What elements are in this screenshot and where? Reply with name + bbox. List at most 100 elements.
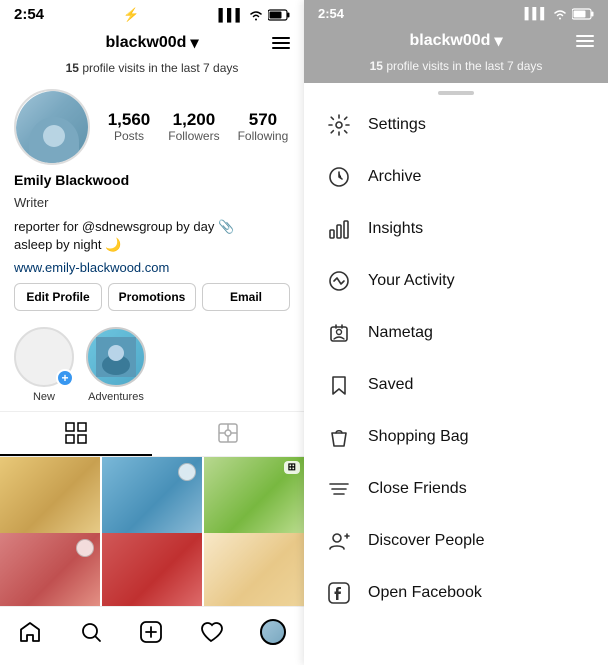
nav-profile-avatar xyxy=(260,619,286,645)
visit-count: 15 xyxy=(66,61,79,75)
wifi-icon xyxy=(248,9,264,21)
saved-icon xyxy=(326,372,352,398)
right-status-bar: 2:54 ▌▌▌ xyxy=(304,0,608,25)
menu-item-discover-people[interactable]: Discover People xyxy=(304,515,608,567)
menu-item-archive[interactable]: Archive xyxy=(304,151,608,203)
menu-list: Settings Archive Insights xyxy=(304,99,608,665)
right-visit-text: profile visits in the last 7 days xyxy=(386,59,542,73)
status-time: 2:54 xyxy=(14,6,44,23)
heart-icon xyxy=(199,620,223,644)
following-count: 570 xyxy=(249,111,277,128)
bag-icon xyxy=(326,424,352,450)
profile-title: Writer xyxy=(14,195,290,212)
slide-out-menu: 2:54 ▌▌▌ blackw00d ▾ xyxy=(304,0,608,665)
new-story-circle: + xyxy=(14,327,74,387)
menu-item-open-facebook[interactable]: Open Facebook xyxy=(304,567,608,619)
following-stat[interactable]: 570 Following xyxy=(238,111,289,143)
status-bar: 2:54 ⚡ ▌▌▌ xyxy=(0,0,304,27)
posts-count: 1,560 xyxy=(108,111,151,128)
handle-bar xyxy=(438,91,474,95)
photo-cell-5[interactable] xyxy=(102,533,202,606)
home-icon xyxy=(18,620,42,644)
email-button[interactable]: Email xyxy=(202,283,290,311)
right-visit-count: 15 xyxy=(370,59,383,73)
close-friends-label: Close Friends xyxy=(368,480,467,498)
grid-icon xyxy=(65,422,87,444)
settings-icon xyxy=(326,112,352,138)
chevron-down-icon: ▾ xyxy=(190,33,198,53)
bag-label: Shopping Bag xyxy=(368,428,469,446)
right-profile-visits: 15 profile visits in the last 7 days xyxy=(304,57,608,83)
visit-text: profile visits in the last 7 days xyxy=(82,61,238,75)
tab-bar xyxy=(0,411,304,457)
profile-screen: 2:54 ⚡ ▌▌▌ blackw00d ▾ xyxy=(0,0,304,665)
photo-cell-6[interactable] xyxy=(204,533,304,606)
adventures-story-circle xyxy=(86,327,146,387)
hamburger-menu-button[interactable] xyxy=(272,37,290,49)
insights-icon xyxy=(326,216,352,242)
tagged-tab[interactable] xyxy=(152,412,304,456)
menu-item-your-activity[interactable]: Your Activity xyxy=(304,255,608,307)
menu-item-close-friends[interactable]: Close Friends xyxy=(304,463,608,515)
bottom-nav xyxy=(0,606,304,665)
following-label: Following xyxy=(238,129,289,143)
posts-label: Posts xyxy=(114,129,144,143)
your-activity-label: Your Activity xyxy=(368,272,455,290)
profile-header: blackw00d ▾ xyxy=(0,27,304,59)
search-icon xyxy=(79,620,103,644)
new-story-label: New xyxy=(33,391,55,403)
friends-icon xyxy=(326,476,352,502)
discover-icon xyxy=(326,528,352,554)
overlay-top: 2:54 ▌▌▌ blackw00d ▾ xyxy=(304,0,608,83)
menu-item-shopping-bag[interactable]: Shopping Bag xyxy=(304,411,608,463)
action-buttons: Edit Profile Promotions Email xyxy=(0,283,304,319)
status-icons: ▌▌▌ xyxy=(218,8,290,22)
nav-add-button[interactable] xyxy=(129,616,173,648)
edit-profile-button[interactable]: Edit Profile xyxy=(14,283,102,311)
menu-item-saved[interactable]: Saved xyxy=(304,359,608,411)
battery-icon xyxy=(268,9,290,21)
adventures-story-item[interactable]: Adventures xyxy=(86,327,146,403)
username-row[interactable]: blackw00d ▾ xyxy=(106,33,199,53)
username-label: blackw00d xyxy=(106,34,187,52)
nav-profile-button[interactable] xyxy=(250,615,296,649)
right-username-row: blackw00d ▾ xyxy=(410,31,503,51)
profile-website[interactable]: www.emily-blackwood.com xyxy=(14,260,290,275)
right-hamburger-icon xyxy=(576,35,594,47)
menu-item-settings[interactable]: Settings xyxy=(304,99,608,151)
right-wifi-icon xyxy=(552,8,568,20)
drawer-handle[interactable] xyxy=(304,83,608,99)
photo-grid: ⊞ xyxy=(0,457,304,606)
followers-stat[interactable]: 1,200 Followers xyxy=(168,111,219,143)
photo-cell-4[interactable] xyxy=(0,533,100,606)
open-facebook-label: Open Facebook xyxy=(368,584,482,602)
menu-item-insights[interactable]: Insights xyxy=(304,203,608,255)
menu-item-nametag[interactable]: Nametag xyxy=(304,307,608,359)
archive-label: Archive xyxy=(368,168,421,186)
nav-home-button[interactable] xyxy=(8,616,52,648)
followers-count: 1,200 xyxy=(173,111,216,128)
new-story-item[interactable]: + New xyxy=(14,327,74,403)
insights-label: Insights xyxy=(368,220,423,238)
right-signal-icon: ▌▌▌ xyxy=(525,8,548,20)
archive-icon xyxy=(326,164,352,190)
profile-visits-bar: 15 profile visits in the last 7 days xyxy=(0,59,304,81)
posts-stat[interactable]: 1,560 Posts xyxy=(108,111,151,143)
nametag-icon xyxy=(326,320,352,346)
profile-info-section: 1,560 Posts 1,200 Followers 570 Followin… xyxy=(0,81,304,283)
profile-avatar[interactable] xyxy=(14,89,90,165)
nav-likes-button[interactable] xyxy=(189,616,233,648)
settings-label: Settings xyxy=(368,116,426,134)
tag-icon xyxy=(217,422,239,444)
discover-people-label: Discover People xyxy=(368,532,485,550)
profile-top-row: 1,560 Posts 1,200 Followers 570 Followin… xyxy=(14,89,290,165)
nav-search-button[interactable] xyxy=(69,616,113,648)
right-username: blackw00d xyxy=(410,32,491,50)
select-badge-4 xyxy=(76,539,94,557)
right-status-time: 2:54 xyxy=(318,6,344,21)
stories-row: + New Adventures xyxy=(0,319,304,411)
profile-name: Emily Blackwood xyxy=(14,171,290,189)
profile-bio: reporter for @sdnewsgroup by day 📎asleep… xyxy=(14,218,290,254)
promotions-button[interactable]: Promotions xyxy=(108,283,196,311)
grid-tab[interactable] xyxy=(0,412,152,456)
